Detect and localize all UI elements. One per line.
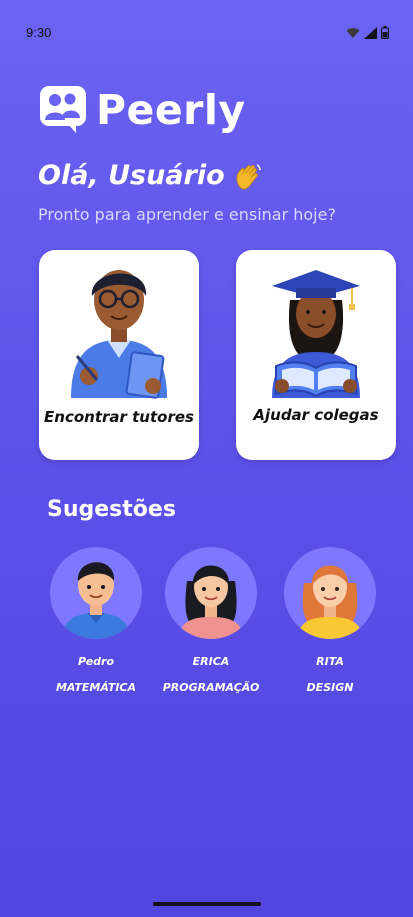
greeting-text: Olá, Usuário <box>38 160 225 191</box>
subtitle: Pronto para aprender e ensinar hoje? <box>38 205 336 224</box>
redhead-avatar-illustration <box>298 565 362 639</box>
app-name: Peerly <box>96 86 246 134</box>
find-tutors-label: Encontrar tutores <box>44 408 194 426</box>
home-indicator[interactable] <box>153 902 261 906</box>
peerly-logo-icon <box>40 86 86 133</box>
avatar <box>284 547 376 639</box>
wifi-icon <box>346 27 360 38</box>
help-classmates-label: Ajudar colegas <box>253 406 379 424</box>
suggestion-subject: DESIGN <box>306 681 354 694</box>
suggestions-title: Sugestões <box>47 497 176 522</box>
suggestion-name: ERICA <box>192 655 230 668</box>
boy-avatar-illustration <box>62 562 130 639</box>
status-bar: 9:30 <box>0 0 413 48</box>
app-logo: Peerly <box>40 86 246 134</box>
suggestion-name: RITA <box>316 655 344 668</box>
greeting-title: Olá, Usuário <box>38 160 263 191</box>
status-time: 9:30 <box>26 25 52 40</box>
tutor-illustration <box>71 270 167 399</box>
status-icons <box>346 26 389 39</box>
girl-avatar-illustration <box>179 565 243 639</box>
suggestion-pedro[interactable]: Pedro MATEMÁTICA <box>36 547 156 694</box>
suggestion-name: Pedro <box>77 655 115 668</box>
help-classmates-card[interactable]: Ajudar colegas <box>236 250 396 460</box>
graduate-illustration <box>272 270 360 398</box>
battery-icon <box>381 26 389 39</box>
suggestion-erica[interactable]: ERICA PROGRAMAÇÃO <box>151 547 271 694</box>
suggestion-rita[interactable]: RITA DESIGN <box>270 547 390 694</box>
home-screen: 9:30 Peerly Olá, Usuário Pronto para apr… <box>0 0 413 917</box>
signal-icon <box>364 26 377 39</box>
avatar <box>165 547 257 639</box>
find-tutors-card[interactable]: Encontrar tutores <box>39 250 199 460</box>
avatar <box>50 547 142 639</box>
wave-icon <box>236 163 261 189</box>
